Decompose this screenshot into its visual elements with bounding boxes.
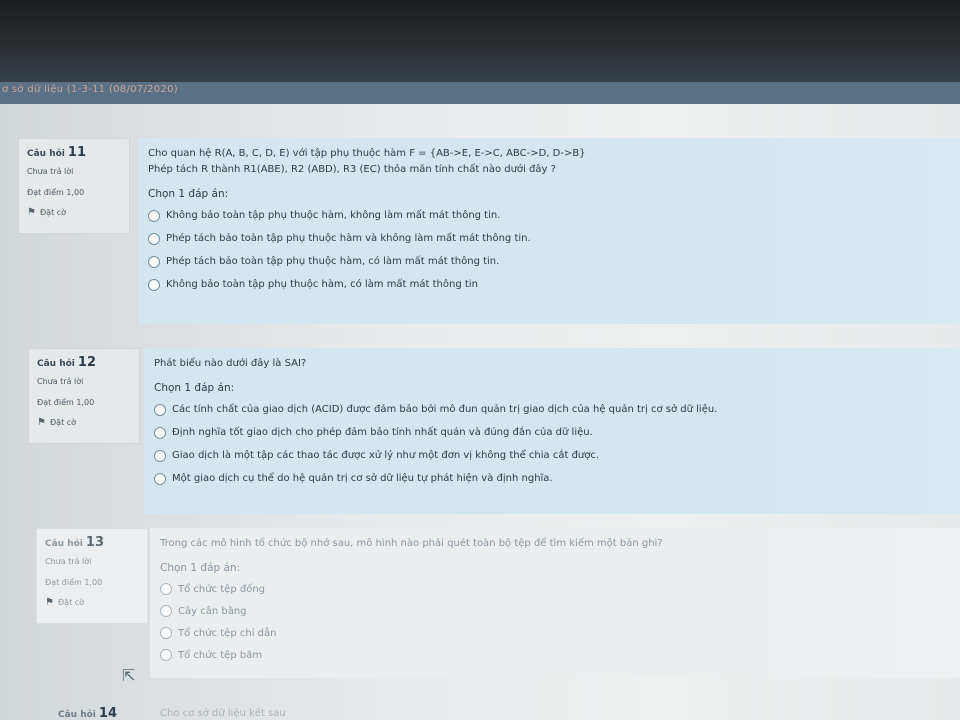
question-number: Câu hỏi 12 xyxy=(37,355,96,370)
answer-option[interactable]: Tổ chức tệp đống xyxy=(160,578,950,600)
answer-label: Định nghĩa tốt giao dịch cho phép đảm bả… xyxy=(172,427,593,438)
radio-button[interactable] xyxy=(148,255,160,268)
answer-option[interactable]: Một giao dịch cụ thể do hệ quản trị cơ s… xyxy=(154,467,950,490)
radio-button[interactable] xyxy=(160,605,172,617)
radio-button[interactable] xyxy=(160,649,172,661)
question-content: Phát biểu nào dưới đây là SAI? Chọn 1 đá… xyxy=(144,348,960,514)
answer-list: Các tính chất của giao dịch (ACID) được … xyxy=(154,398,950,490)
question-state: Chưa trả lời xyxy=(27,167,74,176)
answer-label: Không bảo toàn tập phụ thuộc hàm, có làm… xyxy=(166,279,478,290)
flag-icon: ⚑ xyxy=(37,417,46,428)
answer-label: Phép tách bảo toàn tập phụ thuộc hàm và … xyxy=(166,233,531,244)
question-content: Cho quan hệ R(A, B, C, D, E) với tập phụ… xyxy=(138,138,960,324)
answer-list: Tổ chức tệp đống Cây cân bằng Tổ chức tệ… xyxy=(160,578,950,666)
radio-button[interactable] xyxy=(160,583,172,595)
question-info: Câu hỏi 11 Chưa trả lời Đạt điểm 1,00 ⚑ Đặ… xyxy=(18,138,130,234)
answer-prompt: Chọn 1 đáp án: xyxy=(148,188,229,200)
answer-option[interactable]: Định nghĩa tốt giao dịch cho phép đảm bả… xyxy=(154,421,950,444)
flag-icon: ⚑ xyxy=(45,597,54,608)
quiz-page: Câu hỏi 11 Chưa trả lời Đạt điểm 1,00 ⚑ Đặ… xyxy=(0,104,960,720)
question-info: Câu hỏi 12 Chưa trả lời Đạt điểm 1,00 ⚑ Đặ… xyxy=(28,348,140,444)
question-number: Câu hỏi 11 xyxy=(27,145,86,160)
answer-label: Tổ chức tệp băm xyxy=(178,649,263,661)
answer-option[interactable]: Tổ chức tệp băm xyxy=(160,644,950,666)
answer-label: Tổ chức tệp chỉ dẫn xyxy=(178,627,277,639)
answer-option[interactable]: Giao dịch là một tập các thao tác được x… xyxy=(154,444,950,467)
question-number: Câu hỏi 14 xyxy=(58,706,117,720)
answer-prompt: Chọn 1 đáp án: xyxy=(160,562,241,574)
answer-label: Không bảo toàn tập phụ thuộc hàm, không … xyxy=(166,210,501,221)
question-text-line: Phát biểu nào dưới đây là SAI? xyxy=(154,358,307,369)
radio-button[interactable] xyxy=(154,472,166,485)
flag-label: Đặt cờ xyxy=(49,418,77,427)
answer-label: Các tính chất của giao dịch (ACID) được … xyxy=(172,404,718,415)
radio-button[interactable] xyxy=(154,403,166,416)
radio-button[interactable] xyxy=(148,278,160,291)
question-content: Trong các mô hình tổ chức bộ nhớ sau, mô… xyxy=(150,528,960,678)
flag-label: Đặt cờ xyxy=(57,598,85,607)
question-text-line: Cho cơ sở dữ liệu kết sau xyxy=(160,708,286,719)
answer-option[interactable]: Phép tách bảo toàn tập phụ thuộc hàm và … xyxy=(148,227,950,250)
answer-option[interactable]: Cây cân bằng xyxy=(160,600,950,622)
flag-label: Đặt cờ xyxy=(39,208,67,217)
radio-button[interactable] xyxy=(148,209,160,222)
flag-question-button[interactable]: ⚑ Đặt cờ xyxy=(27,207,121,218)
answer-prompt: Chọn 1 đáp án: xyxy=(154,382,235,394)
browser-tab-title[interactable]: ơ sở dữ liệu (1-3-11 (08/07/2020) xyxy=(0,84,178,100)
answer-label: Tổ chức tệp đống xyxy=(178,583,266,595)
flag-icon: ⚑ xyxy=(27,207,36,218)
question-text-line: Phép tách R thành R1(ABE), R2 (ABD), R3 … xyxy=(148,164,556,175)
question-info: Câu hỏi 13 Chưa trả lời Đạt điểm 1,00 ⚑ Đặ… xyxy=(36,528,148,624)
answer-option[interactable]: Các tính chất của giao dịch (ACID) được … xyxy=(154,398,950,421)
question-text-line: Cho quan hệ R(A, B, C, D, E) với tập phụ… xyxy=(148,148,586,159)
answer-list: Không bảo toàn tập phụ thuộc hàm, không … xyxy=(148,204,950,296)
flag-question-button[interactable]: ⚑ Đặt cờ xyxy=(37,417,131,428)
answer-option[interactable]: Tổ chức tệp chỉ dẫn xyxy=(160,622,950,644)
answer-label: Phép tách bảo toàn tập phụ thuộc hàm, có… xyxy=(166,256,500,267)
answer-label: Giao dịch là một tập các thao tác được x… xyxy=(172,450,600,461)
question-grade: Đạt điểm 1,00 xyxy=(27,188,85,197)
answer-label: Cây cân bằng xyxy=(178,605,247,617)
radio-button[interactable] xyxy=(154,426,166,439)
answer-label: Một giao dịch cụ thể do hệ quản trị cơ s… xyxy=(172,473,553,484)
question-state: Chưa trả lời xyxy=(37,377,84,386)
answer-option[interactable]: Phép tách bảo toàn tập phụ thuộc hàm, có… xyxy=(148,250,950,273)
question-state: Chưa trả lời xyxy=(45,557,92,566)
radio-button[interactable] xyxy=(154,449,166,462)
answer-option[interactable]: Không bảo toàn tập phụ thuộc hàm, có làm… xyxy=(148,273,950,296)
flag-question-button[interactable]: ⚑ Đặt cờ xyxy=(45,597,139,608)
question-number: Câu hỏi 13 xyxy=(45,535,104,550)
question-grade: Đạt điểm 1,00 xyxy=(45,578,103,587)
radio-button[interactable] xyxy=(160,627,172,639)
mouse-cursor-icon: ⇱ xyxy=(122,666,136,685)
question-text-line: Trong các mô hình tổ chức bộ nhớ sau, mô… xyxy=(160,538,663,549)
answer-option[interactable]: Không bảo toàn tập phụ thuộc hàm, không … xyxy=(148,204,950,227)
radio-button[interactable] xyxy=(148,232,160,245)
question-grade: Đạt điểm 1,00 xyxy=(37,398,95,407)
